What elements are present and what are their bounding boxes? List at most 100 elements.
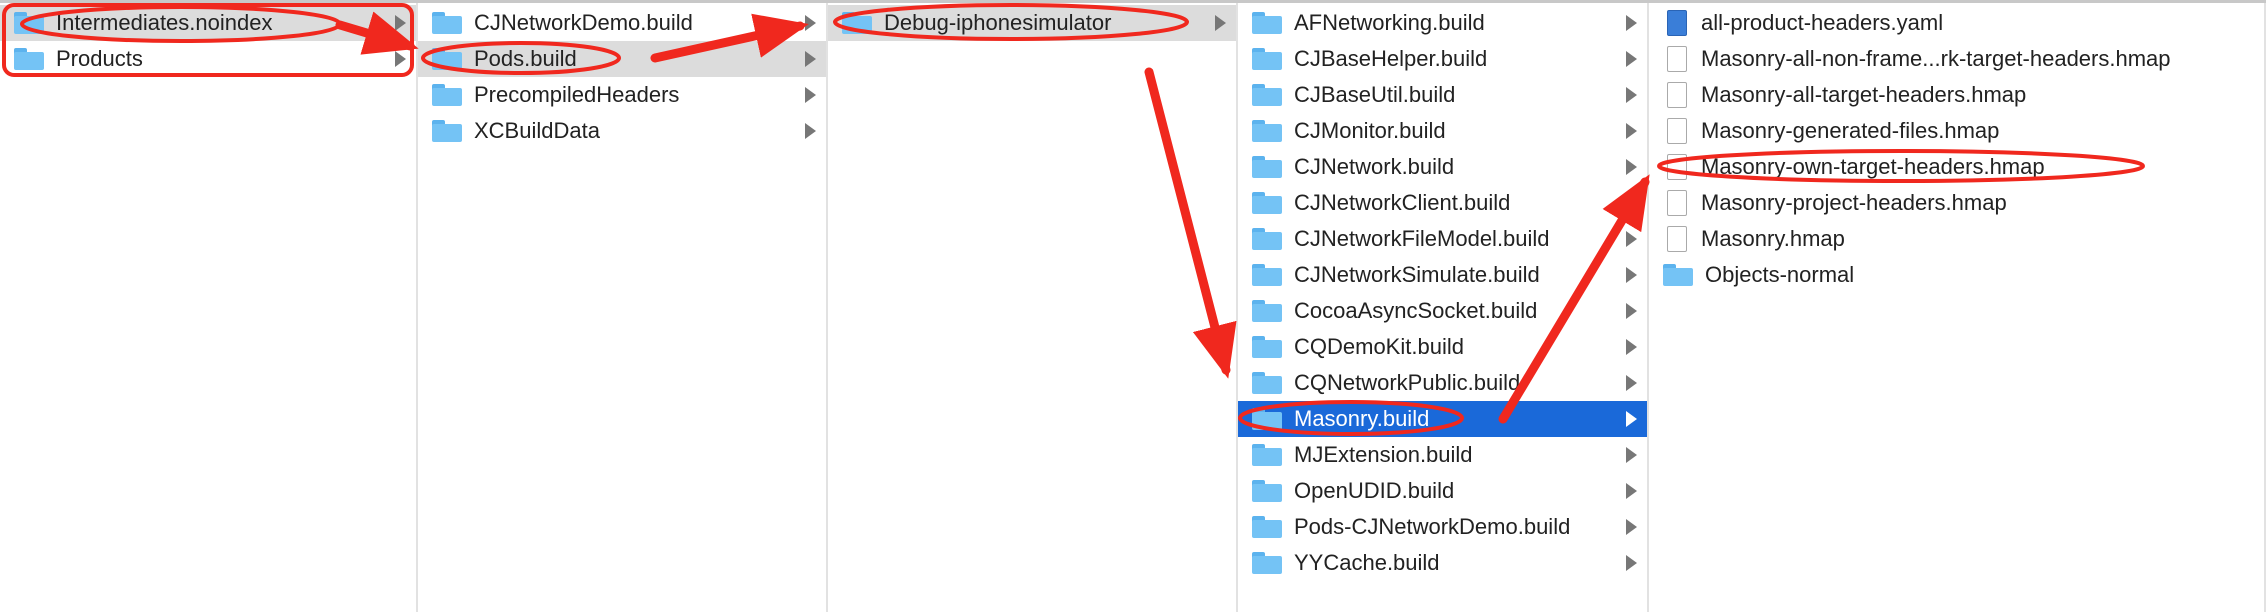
item-label: CJNetworkDemo.build	[474, 10, 693, 35]
chevron-right-icon[interactable]	[395, 51, 406, 67]
list-item[interactable]: Masonry-all-non-frame...rk-target-header…	[1649, 41, 2264, 77]
file-icon	[1667, 82, 1687, 108]
column-3: Debug-iphonesimulator	[828, 3, 1238, 612]
chevron-right-icon[interactable]	[805, 51, 816, 67]
item-label: MJExtension.build	[1294, 442, 1473, 467]
item-label: AFNetworking.build	[1294, 10, 1485, 35]
folder-icon	[1663, 264, 1693, 286]
list-item[interactable]: Masonry-generated-files.hmap	[1649, 113, 2264, 149]
list-item[interactable]: YYCache.build	[1238, 545, 1647, 581]
list-item[interactable]: AFNetworking.build	[1238, 5, 1647, 41]
folder-icon	[432, 12, 462, 34]
list-item[interactable]: CocoaAsyncSocket.build	[1238, 293, 1647, 329]
folder-icon	[1252, 120, 1282, 142]
item-label: Objects-normal	[1705, 262, 1855, 287]
chevron-right-icon[interactable]	[1626, 159, 1637, 175]
file-icon	[1667, 190, 1687, 216]
list-item[interactable]: CJNetwork.build	[1238, 149, 1647, 185]
chevron-right-icon[interactable]	[1626, 51, 1637, 67]
chevron-right-icon[interactable]	[1626, 339, 1637, 355]
list-item[interactable]: Masonry-own-target-headers.hmap	[1649, 149, 2264, 185]
folder-icon	[1252, 300, 1282, 322]
chevron-right-icon[interactable]	[1626, 87, 1637, 103]
chevron-right-icon[interactable]	[1626, 123, 1637, 139]
list-item[interactable]: CQDemoKit.build	[1238, 329, 1647, 365]
item-label: Pods.build	[474, 46, 577, 71]
chevron-right-icon[interactable]	[395, 15, 406, 31]
folder-icon	[1252, 48, 1282, 70]
item-label: Masonry-all-non-frame...rk-target-header…	[1701, 46, 2171, 71]
file-icon	[1667, 10, 1687, 36]
list-item[interactable]: Pods-CJNetworkDemo.build	[1238, 509, 1647, 545]
folder-icon	[1252, 552, 1282, 574]
chevron-right-icon[interactable]	[1626, 267, 1637, 283]
chevron-right-icon[interactable]	[1215, 15, 1226, 31]
list-item[interactable]: CJBaseUtil.build	[1238, 77, 1647, 113]
chevron-right-icon[interactable]	[1626, 303, 1637, 319]
folder-icon	[14, 12, 44, 34]
chevron-right-icon[interactable]	[1626, 555, 1637, 571]
chevron-right-icon[interactable]	[805, 87, 816, 103]
item-label: Masonry-all-target-headers.hmap	[1701, 82, 2027, 107]
item-label: CJMonitor.build	[1294, 118, 1446, 143]
list-item[interactable]: Masonry.build	[1238, 401, 1647, 437]
file-icon	[1667, 118, 1687, 144]
chevron-right-icon[interactable]	[1626, 375, 1637, 391]
item-label: CJBaseUtil.build	[1294, 82, 1456, 107]
item-label: CQDemoKit.build	[1294, 334, 1464, 359]
column-1: Intermediates.noindex Products	[0, 3, 418, 612]
item-label: PrecompiledHeaders	[474, 82, 680, 107]
list-item[interactable]: OpenUDID.build	[1238, 473, 1647, 509]
folder-icon	[842, 12, 872, 34]
list-item[interactable]: CQNetworkPublic.build	[1238, 365, 1647, 401]
folder-icon	[1252, 516, 1282, 538]
folder-icon	[1252, 156, 1282, 178]
item-label: YYCache.build	[1294, 550, 1440, 575]
item-label: Pods-CJNetworkDemo.build	[1294, 514, 1571, 539]
chevron-right-icon[interactable]	[1626, 519, 1637, 535]
folder-icon	[1252, 192, 1282, 214]
item-label: Masonry.build	[1294, 406, 1430, 431]
list-item[interactable]: Masonry-all-target-headers.hmap	[1649, 77, 2264, 113]
chevron-right-icon[interactable]	[1626, 15, 1637, 31]
folder-icon	[1252, 264, 1282, 286]
item-label: Products	[56, 46, 143, 71]
list-item[interactable]: PrecompiledHeaders	[418, 77, 826, 113]
list-item[interactable]: CJBaseHelper.build	[1238, 41, 1647, 77]
chevron-right-icon[interactable]	[1626, 411, 1637, 427]
item-label: all-product-headers.yaml	[1701, 10, 1944, 35]
list-item[interactable]: all-product-headers.yaml	[1649, 5, 2264, 41]
folder-icon	[1252, 408, 1282, 430]
list-item[interactable]: Intermediates.noindex	[0, 5, 416, 41]
folder-icon	[432, 120, 462, 142]
chevron-right-icon[interactable]	[805, 123, 816, 139]
item-label: Masonry-generated-files.hmap	[1701, 118, 2000, 143]
list-item[interactable]: Products	[0, 41, 416, 77]
item-label: OpenUDID.build	[1294, 478, 1455, 503]
list-item[interactable]: XCBuildData	[418, 113, 826, 149]
item-label: Masonry-project-headers.hmap	[1701, 190, 2007, 215]
list-item[interactable]: Objects-normal	[1649, 257, 2264, 293]
chevron-right-icon[interactable]	[1626, 231, 1637, 247]
folder-icon	[432, 48, 462, 70]
list-item[interactable]: CJNetworkFileModel.build	[1238, 221, 1647, 257]
chevron-right-icon[interactable]	[1626, 447, 1637, 463]
list-item[interactable]: CJNetworkClient.build	[1238, 185, 1647, 221]
folder-icon	[1252, 444, 1282, 466]
chevron-right-icon[interactable]	[805, 15, 816, 31]
list-item[interactable]: CJNetworkDemo.build	[418, 5, 826, 41]
list-item[interactable]: Masonry-project-headers.hmap	[1649, 185, 2264, 221]
chevron-right-icon[interactable]	[1626, 195, 1637, 211]
list-item[interactable]: CJNetworkSimulate.build	[1238, 257, 1647, 293]
item-label: CQNetworkPublic.build	[1294, 370, 1521, 395]
item-label: Masonry-own-target-headers.hmap	[1701, 154, 2045, 179]
list-item[interactable]: Masonry.hmap	[1649, 221, 2264, 257]
list-item[interactable]: Debug-iphonesimulator	[828, 5, 1236, 41]
item-label: CJBaseHelper.build	[1294, 46, 1488, 71]
file-icon	[1667, 226, 1687, 252]
folder-icon	[1252, 84, 1282, 106]
list-item[interactable]: MJExtension.build	[1238, 437, 1647, 473]
list-item[interactable]: Pods.build	[418, 41, 826, 77]
chevron-right-icon[interactable]	[1626, 483, 1637, 499]
list-item[interactable]: CJMonitor.build	[1238, 113, 1647, 149]
